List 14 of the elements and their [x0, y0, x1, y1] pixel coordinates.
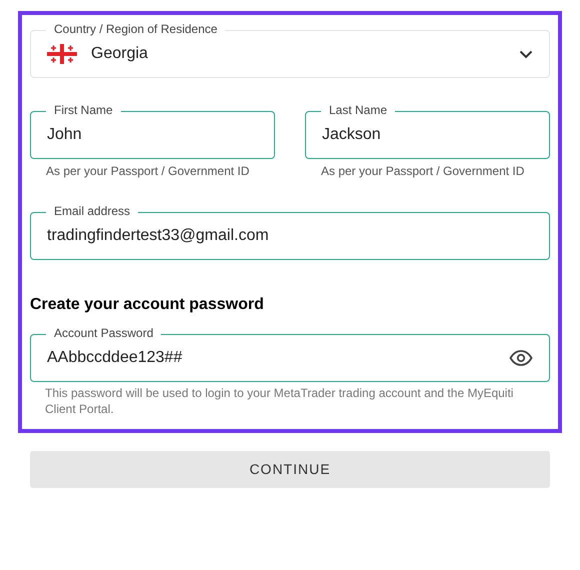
- field-label: Country / Region of Residence: [46, 21, 226, 37]
- georgia-flag-icon: [47, 44, 77, 64]
- chevron-down-icon: [519, 50, 533, 58]
- helper-text: As per your Passport / Government ID: [320, 163, 526, 179]
- field-value: tradingfindertest33@gmail.com: [47, 226, 270, 246]
- eye-icon[interactable]: [509, 350, 533, 366]
- field-value: John: [47, 125, 83, 145]
- continue-button[interactable]: CONTINUE: [30, 451, 550, 488]
- field-value: Georgia: [91, 44, 149, 64]
- helper-text: As per your Passport / Government ID: [45, 163, 250, 179]
- field-value: AAbbccddee123##: [47, 348, 184, 368]
- helper-text: This password will be used to login to your MetaTrader trading account and the MyEquiti Client Portal.: [44, 385, 514, 417]
- section-heading: Create your account password: [30, 295, 265, 315]
- field-value: Jackson: [322, 125, 382, 145]
